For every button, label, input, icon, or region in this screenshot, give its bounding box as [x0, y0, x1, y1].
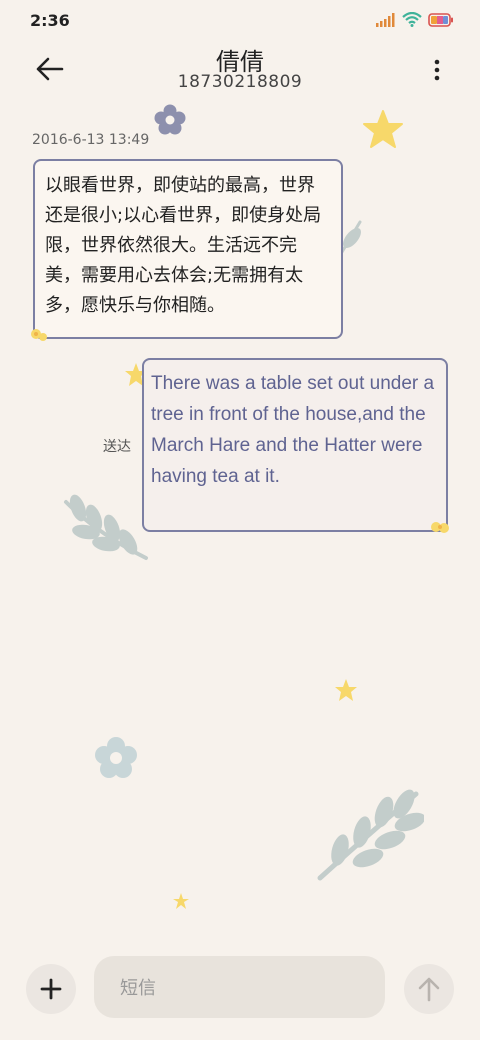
outgoing-message-text: There was a table set out under a tree i… — [151, 373, 435, 487]
add-attachment-button[interactable] — [26, 964, 76, 1014]
leaf-decoration-icon — [64, 494, 148, 560]
status-time: 2:36 — [30, 11, 70, 30]
flower-decoration-icon — [154, 104, 186, 135]
delivery-status: 送达 — [103, 439, 131, 455]
status-bar: 2:36 — [0, 0, 480, 40]
message-input-placeholder: 短信 — [120, 978, 156, 999]
signal-icon — [376, 12, 395, 27]
flower-decoration-icon — [95, 737, 137, 778]
plus-icon — [40, 978, 62, 1000]
star-decoration-icon — [363, 110, 403, 148]
arrow-up-icon — [418, 977, 440, 1002]
composer-bar: 短信 — [0, 950, 480, 1030]
battery-icon — [428, 12, 453, 27]
wifi-icon — [402, 12, 422, 27]
message-timestamp: 2016-6-13 13:49 — [32, 132, 150, 148]
conversation-header: 倩倩 18730218809 — [0, 40, 480, 100]
star-decoration-icon — [173, 893, 189, 909]
flower-corner-icon — [431, 522, 449, 533]
leaf-decoration-icon — [317, 789, 424, 881]
incoming-message-bubble[interactable]: 以眼看世界，即使站的最高，世界还是很小;以心看世界，即使身处局限，世界依然很大。… — [33, 159, 343, 339]
message-input[interactable]: 短信 — [94, 956, 385, 1018]
flower-corner-icon — [31, 329, 47, 341]
status-icons — [376, 12, 454, 27]
send-button[interactable] — [404, 964, 454, 1014]
more-options-button[interactable] — [430, 56, 444, 84]
phone-number: 18730218809 — [177, 72, 303, 92]
incoming-message-text: 以眼看世界，即使站的最高，世界还是很小;以心看世界，即使身处局限，世界依然很大。… — [45, 175, 322, 316]
star-decoration-icon — [335, 679, 357, 701]
outgoing-message-bubble[interactable]: There was a table set out under a tree i… — [142, 358, 448, 532]
more-vertical-icon — [434, 59, 440, 81]
